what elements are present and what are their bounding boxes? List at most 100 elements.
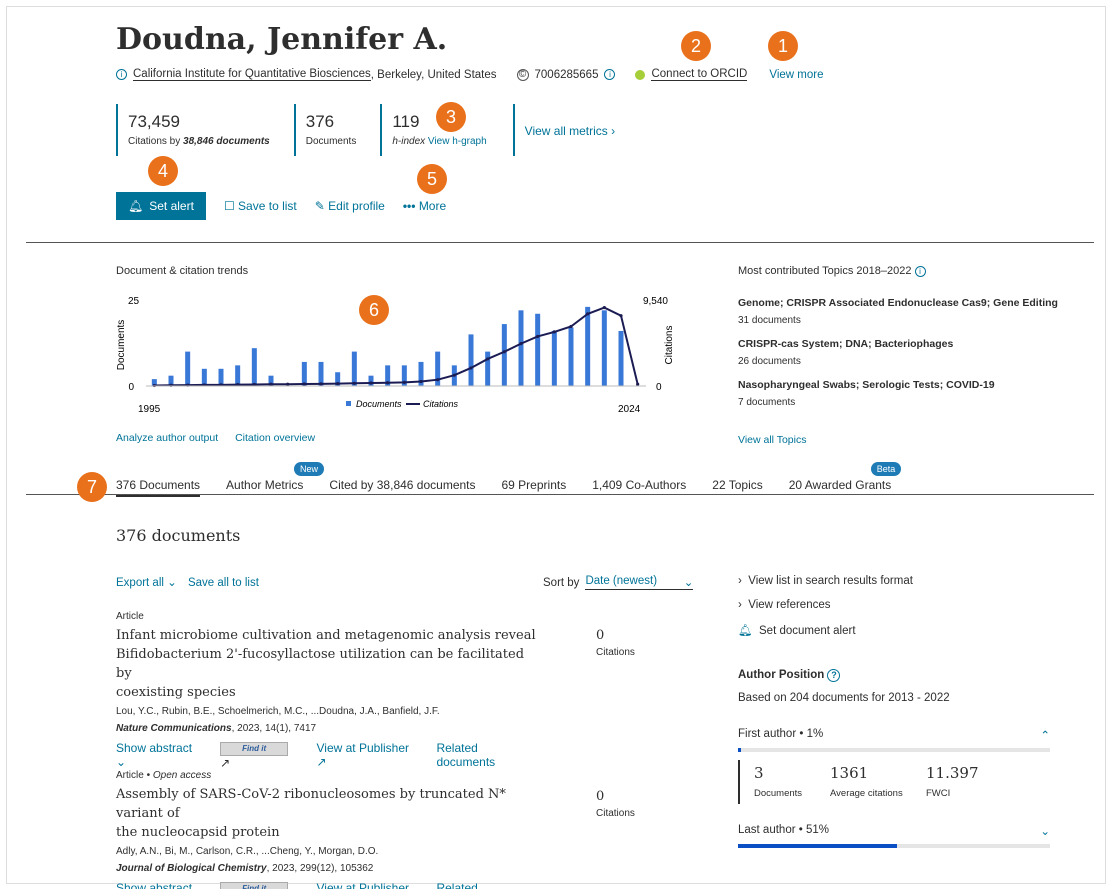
view-hgraph-link[interactable]: View h-graph bbox=[428, 136, 487, 147]
bookmark-icon: ☐ bbox=[223, 199, 235, 213]
y2-tick-bottom: 0 bbox=[656, 382, 662, 393]
last-author-row[interactable]: Last author • 51% ⌄ bbox=[738, 824, 1050, 838]
doc-title[interactable]: Infant microbiome cultivation and metage… bbox=[116, 626, 536, 645]
legend-citations: Citations bbox=[423, 399, 459, 409]
topics-panel: Most contributed Topics 2018–2022 i Geno… bbox=[738, 265, 1058, 446]
chevron-right-icon: › bbox=[738, 599, 742, 611]
edit-profile-button[interactable]: ✎ Edit profile bbox=[315, 199, 385, 213]
show-abstract-button[interactable]: Show abstract ⌄ bbox=[116, 741, 202, 769]
citations-point bbox=[352, 381, 356, 385]
more-button[interactable]: ••• More bbox=[403, 199, 446, 213]
sort-select[interactable]: Date (newest) ⌄ bbox=[585, 575, 694, 590]
doc-type: Article bbox=[116, 611, 144, 622]
doc-citation-count[interactable]: 0 bbox=[596, 789, 635, 804]
y-tick-top: 25 bbox=[128, 296, 140, 307]
doc-title[interactable]: the nucleocapsid protein bbox=[116, 823, 536, 842]
info-icon[interactable]: i bbox=[116, 69, 127, 80]
doc-title[interactable]: Bifidobacterium 2'-fucosyllactose utiliz… bbox=[116, 645, 536, 683]
first-author-row[interactable]: First author • 1% ⌃ bbox=[738, 728, 1050, 742]
author-position-title: Author Position bbox=[738, 669, 825, 681]
citations-point bbox=[502, 350, 506, 354]
doc-title[interactable]: Assembly of SARS-CoV-2 ribonucleosomes b… bbox=[116, 785, 536, 823]
stat-average-citations: 1361 Average citations bbox=[830, 764, 903, 799]
first-author-label: First author bbox=[738, 728, 797, 740]
find-it-button[interactable]: Find it ↗ bbox=[220, 740, 298, 770]
view-all-metrics-link[interactable]: View all metrics › bbox=[525, 124, 615, 138]
citations-point bbox=[586, 312, 590, 316]
metrics-bar: 73,459 Citations by 38,846 documents 376… bbox=[116, 104, 639, 156]
find-it-button[interactable]: Find it ↗ bbox=[220, 880, 298, 889]
analyze-output-link[interactable]: Analyze author output bbox=[116, 432, 218, 444]
doc-citation-label: Citations bbox=[596, 808, 635, 819]
view-all-topics-link[interactable]: View all Topics bbox=[738, 434, 1058, 446]
callout-5: 5 bbox=[417, 164, 447, 194]
citations-point bbox=[519, 342, 523, 346]
documents-bar bbox=[601, 310, 607, 386]
documents-bar bbox=[551, 330, 557, 386]
documents-heading: 376 documents bbox=[116, 526, 241, 545]
callout-3: 3 bbox=[436, 102, 466, 132]
topic-name[interactable]: Nasopharyngeal Swabs; Serologic Tests; C… bbox=[738, 379, 1058, 391]
citations-point bbox=[269, 382, 273, 386]
legend-documents: Documents bbox=[356, 399, 402, 409]
chevron-right-icon: › bbox=[738, 575, 742, 587]
ellipsis-icon: ••• bbox=[402, 199, 416, 213]
doc-details: , 2023, 14(1), 7417 bbox=[231, 723, 317, 734]
doc-citation-count[interactable]: 0 bbox=[596, 628, 635, 643]
citations-point bbox=[436, 378, 440, 382]
show-abstract-button[interactable]: Show abstract ⌄ bbox=[116, 881, 202, 889]
find-it-logo: Find it bbox=[220, 882, 289, 889]
topic-count: 26 documents bbox=[738, 356, 801, 367]
citations-point bbox=[452, 373, 456, 377]
view-references-link[interactable]: › View references bbox=[738, 599, 1050, 611]
doc-details: , 2023, 299(12), 105362 bbox=[266, 863, 374, 874]
based-on-text: Based on 204 documents for 2013 - 2022 bbox=[738, 692, 950, 704]
topics-info-icon[interactable]: i bbox=[914, 266, 926, 277]
citations-docs[interactable]: 38,846 documents bbox=[183, 136, 270, 147]
save-all-button[interactable]: Save all to list bbox=[188, 577, 259, 589]
beta-badge: Beta bbox=[870, 462, 902, 476]
topic-count: 7 documents bbox=[738, 397, 796, 408]
citations-point bbox=[602, 305, 606, 310]
x-tick-end: 2024 bbox=[618, 404, 641, 415]
trends-links: Analyze author output Citation overview bbox=[116, 432, 315, 444]
chevron-up-icon[interactable]: ⌃ bbox=[1040, 728, 1050, 742]
citations-point bbox=[552, 330, 556, 334]
view-list-link[interactable]: › View list in search results format bbox=[738, 575, 1050, 587]
related-documents-link[interactable]: Related documents bbox=[436, 741, 536, 769]
set-alert-button[interactable]: 🔔︎ Set alert bbox=[116, 192, 206, 220]
view-publisher-link[interactable]: View at Publisher ↗ bbox=[317, 741, 419, 769]
author-affiliation-row: i California Institute for Quantitative … bbox=[116, 68, 823, 81]
connect-orcid-link[interactable]: Connect to ORCID bbox=[651, 68, 748, 81]
author-stats: 3 Documents 1361 Average citations 11.39… bbox=[738, 760, 1050, 804]
doc-journal: Nature Communications bbox=[116, 723, 232, 734]
affiliation-link[interactable]: California Institute for Quantitative Bi… bbox=[133, 68, 371, 81]
last-author-fill bbox=[738, 844, 898, 848]
divider bbox=[26, 242, 1094, 243]
new-badge: New bbox=[294, 462, 325, 476]
citations-point bbox=[419, 379, 423, 384]
documents-label: Documents bbox=[305, 136, 357, 147]
doc-type: Article bbox=[116, 770, 144, 781]
documents-bar bbox=[568, 327, 574, 386]
doc-title[interactable]: coexisting species bbox=[116, 683, 536, 702]
help-icon[interactable]: ? bbox=[827, 669, 841, 682]
export-all-button[interactable]: Export all ⌄ bbox=[116, 577, 177, 589]
view-publisher-link[interactable]: View at Publisher ↗ bbox=[317, 881, 419, 889]
documents-bar bbox=[618, 330, 624, 386]
sort-label: Sort by bbox=[543, 576, 580, 589]
side-panel: › View list in search results format › V… bbox=[738, 575, 1050, 848]
chevron-down-icon[interactable]: ⌄ bbox=[1040, 824, 1050, 838]
hindex-label: h-index bbox=[392, 136, 426, 147]
y-axis-label: Documents bbox=[116, 320, 127, 371]
topic-count: 31 documents bbox=[738, 315, 801, 326]
topic-name[interactable]: CRISPR-cas System; DNA; Bacteriophages bbox=[738, 338, 1058, 350]
topic-name[interactable]: Genome; CRISPR Associated Endonuclease C… bbox=[738, 297, 1058, 309]
related-documents-link[interactable]: Related documents bbox=[436, 881, 536, 889]
citation-overview-link[interactable]: Citation overview bbox=[235, 432, 315, 444]
view-more-link[interactable]: View more bbox=[769, 69, 823, 81]
set-document-alert-link[interactable]: 🔔︎ Set document alert bbox=[738, 623, 1050, 637]
save-to-list-button[interactable]: ☐ Save to list bbox=[224, 199, 297, 213]
citations-point bbox=[369, 381, 373, 385]
scopus-info-icon[interactable]: i bbox=[604, 69, 616, 80]
